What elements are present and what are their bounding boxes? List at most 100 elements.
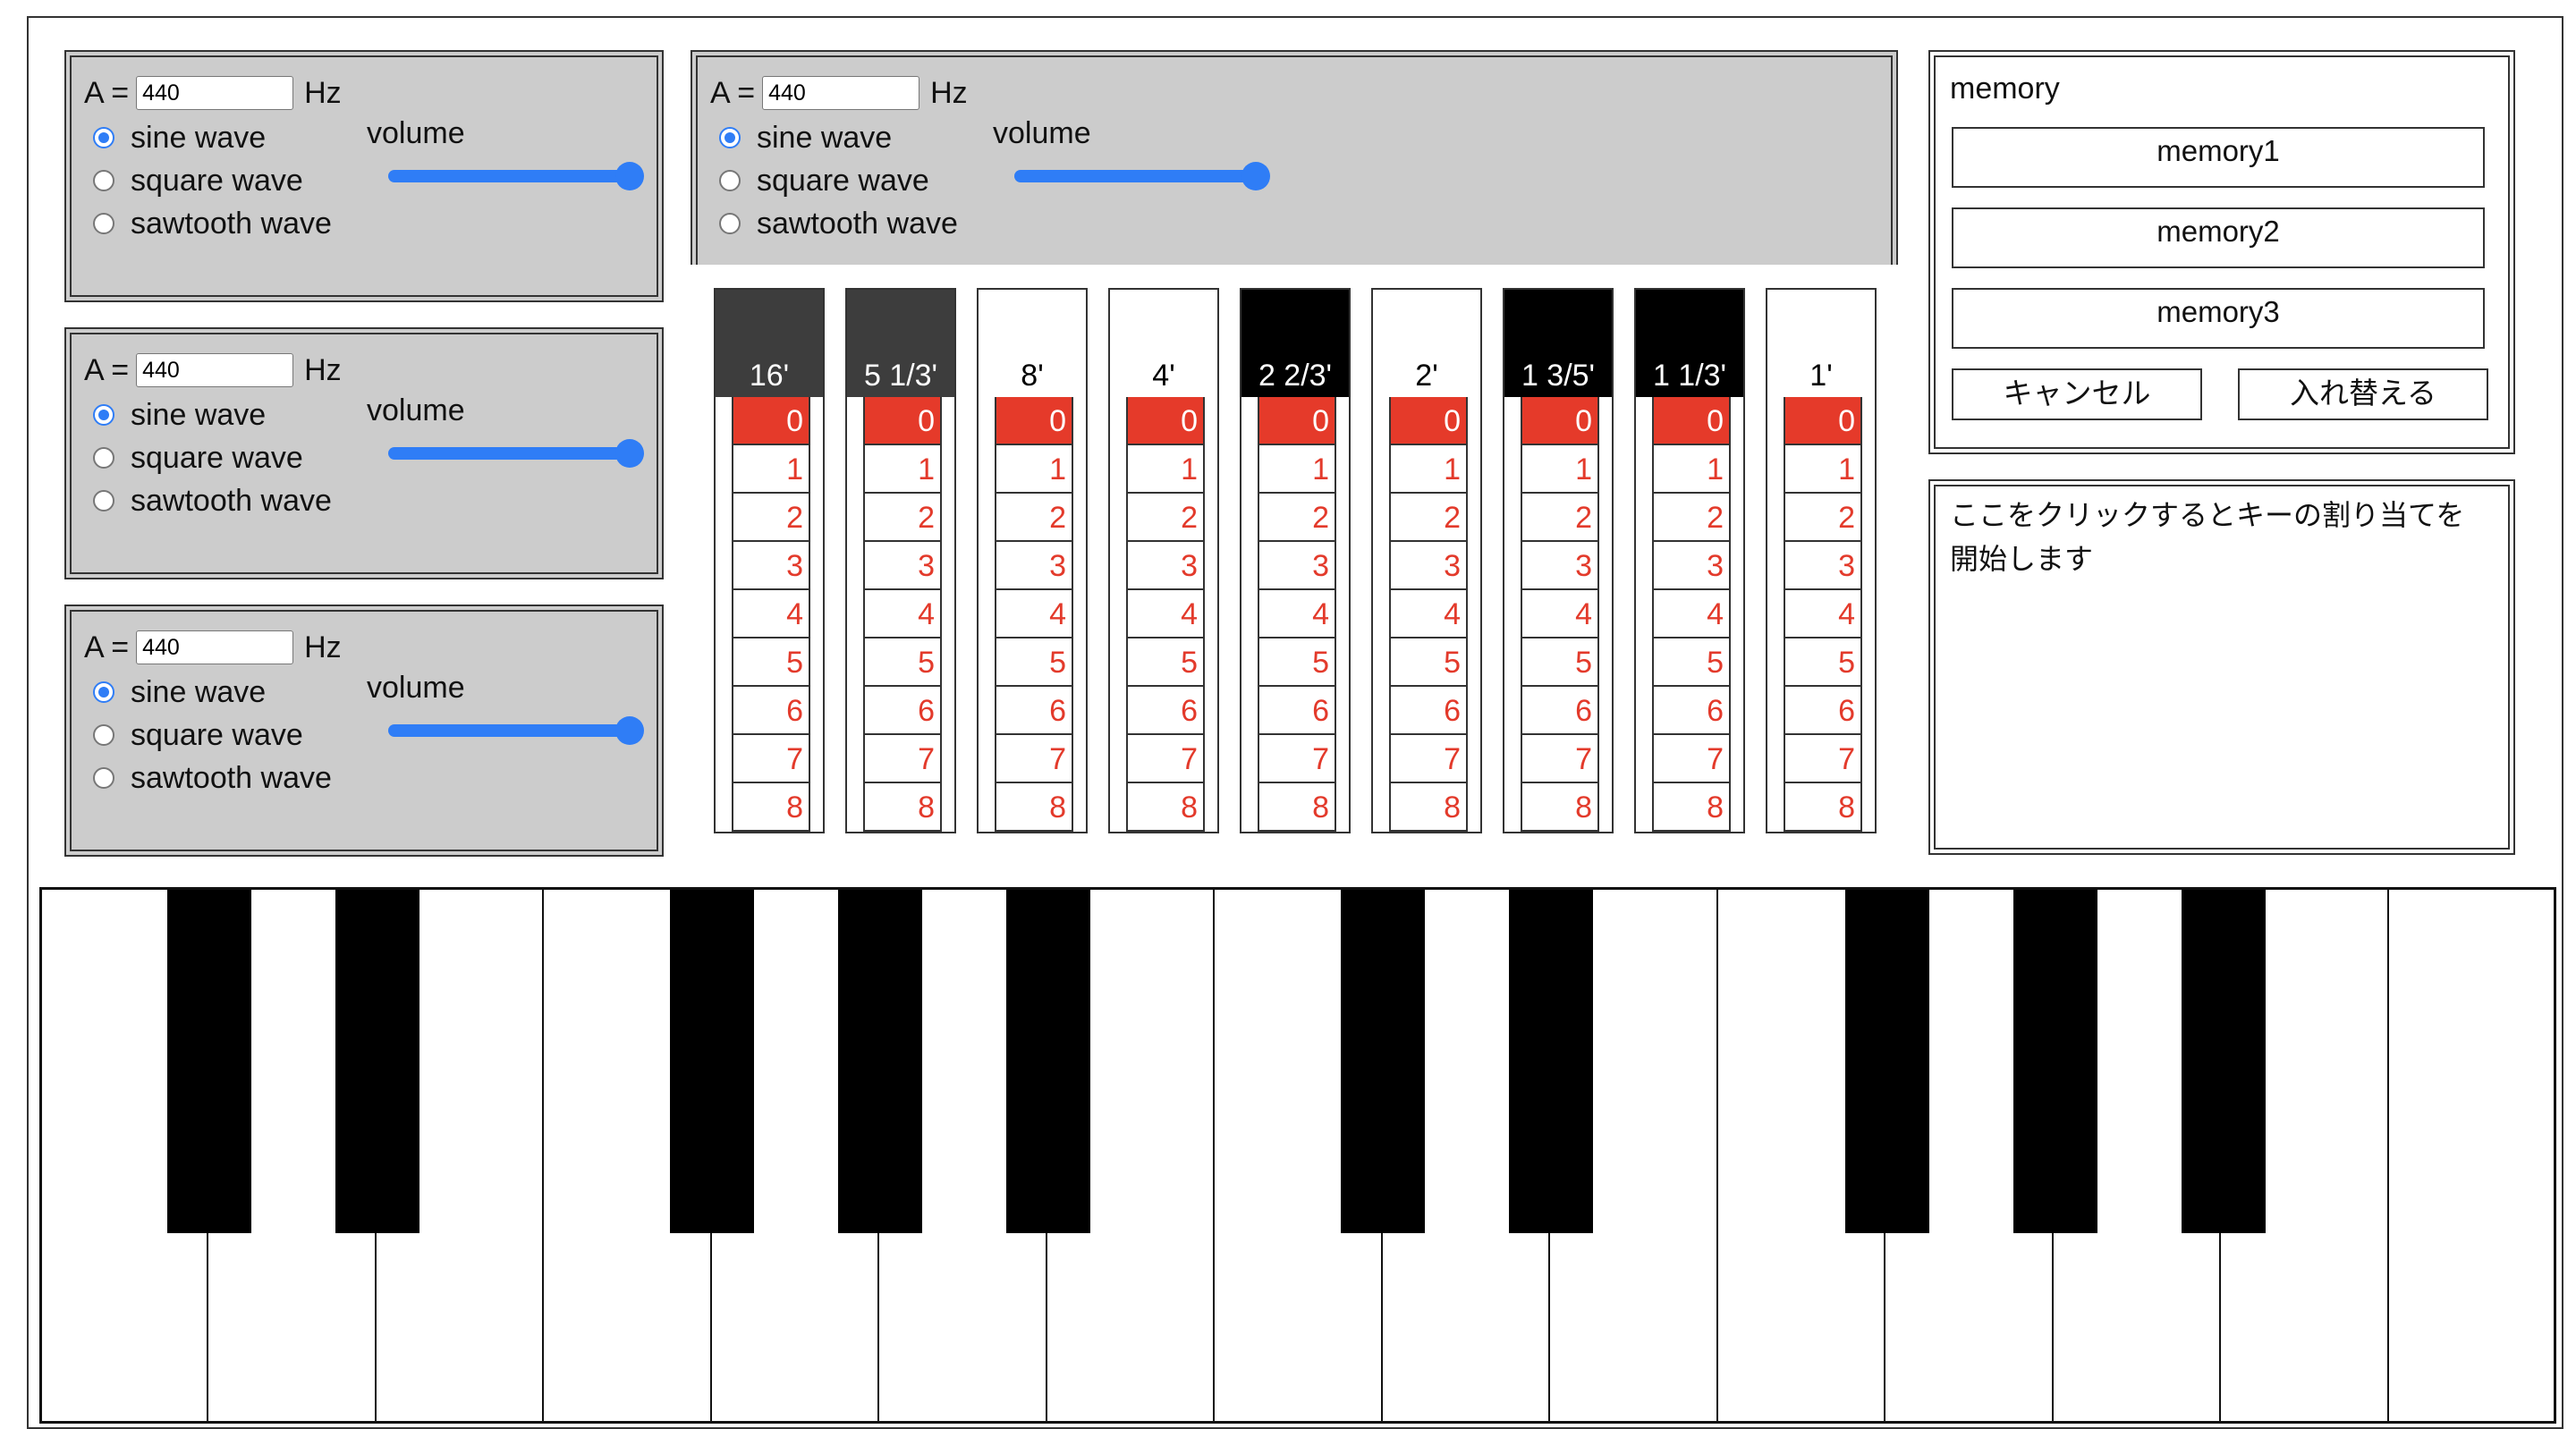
drawbar-step-7[interactable]: 7 <box>1128 735 1203 783</box>
osc2-sawtooth-radio[interactable] <box>93 490 114 512</box>
organ-sawtooth-option[interactable]: sawtooth wave <box>719 202 958 245</box>
drawbar-step-8[interactable]: 8 <box>865 783 940 832</box>
drawbar-step-3[interactable]: 3 <box>1128 542 1203 590</box>
drawbar-step-7[interactable]: 7 <box>996 735 1072 783</box>
osc3-square-option[interactable]: square wave <box>93 714 332 757</box>
drawbar-step-7[interactable]: 7 <box>1654 735 1729 783</box>
drawbar-step-0[interactable]: 0 <box>996 397 1072 445</box>
organ-sine-option[interactable]: sine wave <box>719 116 958 159</box>
drawbar-step-8[interactable]: 8 <box>733 783 809 832</box>
organ-sine-radio[interactable] <box>719 127 741 148</box>
drawbar-step-8[interactable]: 8 <box>996 783 1072 832</box>
black-key[interactable] <box>1341 890 1425 1233</box>
osc3-frequency-input[interactable] <box>136 630 294 664</box>
drawbar-step-6[interactable]: 6 <box>1654 687 1729 735</box>
drawbar-step-1[interactable]: 1 <box>1259 445 1335 494</box>
osc3-sawtooth-option[interactable]: sawtooth wave <box>93 757 332 799</box>
black-key[interactable] <box>838 890 922 1233</box>
drawbar-step-6[interactable]: 6 <box>865 687 940 735</box>
osc2-square-radio[interactable] <box>93 447 114 469</box>
organ-volume-slider[interactable] <box>1014 162 1270 190</box>
drawbar-step-5[interactable]: 5 <box>1785 638 1860 687</box>
drawbar-step-4[interactable]: 4 <box>1391 590 1466 638</box>
osc2-frequency-input[interactable] <box>136 353 294 387</box>
key-assign-panel[interactable]: ここをクリックするとキーの割り当てを開始します <box>1928 479 2515 855</box>
drawbar-step-0[interactable]: 0 <box>865 397 940 445</box>
osc2-volume-thumb[interactable] <box>615 439 644 468</box>
drawbar-step-0[interactable]: 0 <box>733 397 809 445</box>
piano-keyboard[interactable] <box>39 887 2556 1424</box>
drawbar-step-6[interactable]: 6 <box>733 687 809 735</box>
drawbar-step-0[interactable]: 0 <box>1128 397 1203 445</box>
osc1-volume-thumb[interactable] <box>615 162 644 190</box>
drawbar-step-6[interactable]: 6 <box>1785 687 1860 735</box>
drawbar-step-4[interactable]: 4 <box>996 590 1072 638</box>
drawbar-9[interactable]: 1' 0 1 2 3 4 5 6 7 8 <box>1766 288 1877 833</box>
drawbar-step-6[interactable]: 6 <box>1522 687 1597 735</box>
osc3-sine-radio[interactable] <box>93 681 114 703</box>
drawbar-step-6[interactable]: 6 <box>1128 687 1203 735</box>
drawbar-step-3[interactable]: 3 <box>1391 542 1466 590</box>
organ-volume-thumb[interactable] <box>1241 162 1270 190</box>
drawbar-4[interactable]: 4' 0 1 2 3 4 5 6 7 8 <box>1108 288 1219 833</box>
black-key[interactable] <box>1509 890 1593 1233</box>
drawbar-step-4[interactable]: 4 <box>1259 590 1335 638</box>
drawbar-step-3[interactable]: 3 <box>1785 542 1860 590</box>
drawbar-step-7[interactable]: 7 <box>733 735 809 783</box>
drawbar-step-5[interactable]: 5 <box>1128 638 1203 687</box>
drawbar-step-4[interactable]: 4 <box>733 590 809 638</box>
swap-button[interactable]: 入れ替える <box>2238 368 2488 420</box>
drawbar-step-5[interactable]: 5 <box>1391 638 1466 687</box>
drawbar-step-2[interactable]: 2 <box>1785 494 1860 542</box>
drawbar-step-0[interactable]: 0 <box>1654 397 1729 445</box>
drawbar-step-8[interactable]: 8 <box>1522 783 1597 832</box>
osc3-volume-thumb[interactable] <box>615 716 644 745</box>
organ-sawtooth-radio[interactable] <box>719 213 741 234</box>
osc3-square-radio[interactable] <box>93 724 114 746</box>
drawbar-step-4[interactable]: 4 <box>1522 590 1597 638</box>
drawbar-step-8[interactable]: 8 <box>1391 783 1466 832</box>
drawbar-step-5[interactable]: 5 <box>996 638 1072 687</box>
drawbar-step-8[interactable]: 8 <box>1259 783 1335 832</box>
black-key[interactable] <box>167 890 251 1233</box>
black-key[interactable] <box>2182 890 2266 1233</box>
drawbar-step-7[interactable]: 7 <box>865 735 940 783</box>
drawbar-step-1[interactable]: 1 <box>1391 445 1466 494</box>
osc2-volume-slider[interactable] <box>388 439 644 468</box>
drawbar-7[interactable]: 1 3/5' 0 1 2 3 4 5 6 7 8 <box>1503 288 1614 833</box>
osc2-square-option[interactable]: square wave <box>93 436 332 479</box>
drawbar-step-2[interactable]: 2 <box>865 494 940 542</box>
drawbar-step-1[interactable]: 1 <box>1522 445 1597 494</box>
drawbar-step-8[interactable]: 8 <box>1785 783 1860 832</box>
drawbar-step-7[interactable]: 7 <box>1259 735 1335 783</box>
drawbar-8[interactable]: 1 1/3' 0 1 2 3 4 5 6 7 8 <box>1634 288 1745 833</box>
drawbar-step-0[interactable]: 0 <box>1522 397 1597 445</box>
white-key[interactable] <box>2390 890 2554 1421</box>
drawbar-step-7[interactable]: 7 <box>1391 735 1466 783</box>
drawbar-step-2[interactable]: 2 <box>1259 494 1335 542</box>
osc1-sine-radio[interactable] <box>93 127 114 148</box>
memory2-button[interactable]: memory2 <box>1952 207 2485 268</box>
drawbar-step-3[interactable]: 3 <box>865 542 940 590</box>
drawbar-1[interactable]: 16' 0 1 2 3 4 5 6 7 8 <box>714 288 825 833</box>
black-key[interactable] <box>1845 890 1929 1233</box>
drawbar-step-5[interactable]: 5 <box>1654 638 1729 687</box>
drawbar-step-3[interactable]: 3 <box>1654 542 1729 590</box>
drawbar-step-2[interactable]: 2 <box>733 494 809 542</box>
drawbar-3[interactable]: 8' 0 1 2 3 4 5 6 7 8 <box>977 288 1088 833</box>
organ-frequency-input[interactable] <box>762 76 920 110</box>
cancel-button[interactable]: キャンセル <box>1952 368 2202 420</box>
osc1-sawtooth-option[interactable]: sawtooth wave <box>93 202 332 245</box>
memory3-button[interactable]: memory3 <box>1952 288 2485 349</box>
osc3-sine-option[interactable]: sine wave <box>93 671 332 714</box>
drawbar-step-7[interactable]: 7 <box>1785 735 1860 783</box>
osc3-sawtooth-radio[interactable] <box>93 767 114 789</box>
drawbar-step-2[interactable]: 2 <box>1391 494 1466 542</box>
drawbar-step-0[interactable]: 0 <box>1391 397 1466 445</box>
drawbar-step-1[interactable]: 1 <box>865 445 940 494</box>
drawbar-step-7[interactable]: 7 <box>1522 735 1597 783</box>
organ-square-radio[interactable] <box>719 170 741 191</box>
black-key[interactable] <box>335 890 419 1233</box>
drawbar-6[interactable]: 2' 0 1 2 3 4 5 6 7 8 <box>1371 288 1482 833</box>
drawbar-step-1[interactable]: 1 <box>1128 445 1203 494</box>
